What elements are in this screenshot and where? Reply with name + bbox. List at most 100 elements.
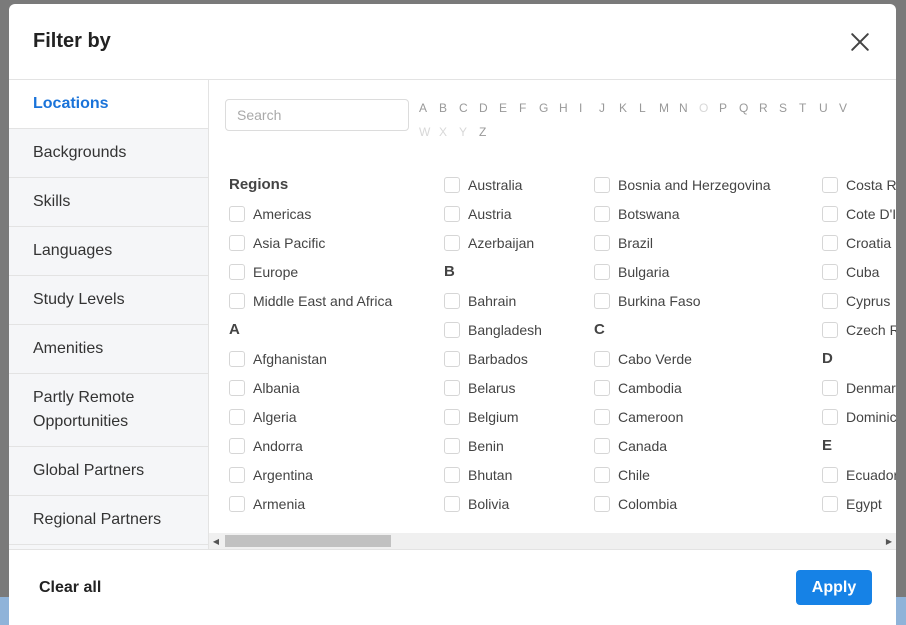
location-option[interactable]: Cambodia bbox=[594, 373, 771, 402]
location-checkbox[interactable] bbox=[229, 350, 245, 367]
location-option[interactable]: Azerbaijan bbox=[444, 228, 542, 257]
scrollbar-track[interactable] bbox=[223, 535, 882, 547]
alphabet-letter-h[interactable]: H bbox=[559, 96, 579, 120]
location-checkbox[interactable] bbox=[229, 234, 245, 251]
location-option[interactable]: Albania bbox=[229, 373, 392, 402]
location-checkbox[interactable] bbox=[822, 379, 838, 396]
alphabet-letter-b[interactable]: B bbox=[439, 96, 459, 120]
location-checkbox[interactable] bbox=[229, 408, 245, 425]
location-option[interactable]: Afghanistan bbox=[229, 344, 392, 373]
apply-button[interactable]: Apply bbox=[796, 570, 872, 605]
location-checkbox[interactable] bbox=[822, 176, 838, 193]
sidebar-item-global-partners[interactable]: Global Partners bbox=[9, 447, 208, 496]
location-option[interactable]: Cuba bbox=[822, 257, 896, 286]
sidebar-item-skills[interactable]: Skills bbox=[9, 178, 208, 227]
alphabet-letter-c[interactable]: C bbox=[459, 96, 479, 120]
location-option[interactable]: Europe bbox=[229, 257, 392, 286]
location-option[interactable]: Barbados bbox=[444, 344, 542, 373]
alphabet-letter-z[interactable]: Z bbox=[479, 120, 499, 144]
alphabet-letter-g[interactable]: G bbox=[539, 96, 559, 120]
location-option[interactable]: Australia bbox=[444, 170, 542, 199]
location-option[interactable]: Botswana bbox=[594, 199, 771, 228]
location-option[interactable]: Bulgaria bbox=[594, 257, 771, 286]
location-option[interactable]: Middle East and Africa bbox=[229, 286, 392, 315]
location-checkbox[interactable] bbox=[229, 263, 245, 280]
location-option[interactable]: Andorra bbox=[229, 431, 392, 460]
location-option[interactable]: Bolivia bbox=[444, 489, 542, 518]
location-option[interactable]: Armenia bbox=[229, 489, 392, 518]
location-checkbox[interactable] bbox=[444, 292, 460, 309]
location-option[interactable]: Belgium bbox=[444, 402, 542, 431]
location-option[interactable]: Dominic bbox=[822, 402, 896, 431]
alphabet-letter-t[interactable]: T bbox=[799, 96, 819, 120]
location-checkbox[interactable] bbox=[229, 437, 245, 454]
location-checkbox[interactable] bbox=[444, 466, 460, 483]
location-option[interactable]: Colombia bbox=[594, 489, 771, 518]
location-option[interactable]: Bhutan bbox=[444, 460, 542, 489]
alphabet-letter-f[interactable]: F bbox=[519, 96, 539, 120]
sidebar-item-backgrounds[interactable]: Backgrounds bbox=[9, 129, 208, 178]
location-checkbox[interactable] bbox=[229, 379, 245, 396]
alphabet-letter-a[interactable]: A bbox=[419, 96, 439, 120]
location-option[interactable]: Chile bbox=[594, 460, 771, 489]
location-checkbox[interactable] bbox=[594, 495, 610, 512]
alphabet-letter-v[interactable]: V bbox=[839, 96, 859, 120]
location-checkbox[interactable] bbox=[594, 379, 610, 396]
sidebar-item-languages[interactable]: Languages bbox=[9, 227, 208, 276]
sidebar-item-partly-remote-opportunities[interactable]: Partly Remote Opportunities bbox=[9, 374, 208, 447]
location-checkbox[interactable] bbox=[594, 292, 610, 309]
location-option[interactable]: Benin bbox=[444, 431, 542, 460]
location-checkbox[interactable] bbox=[229, 205, 245, 222]
location-option[interactable]: Costa R bbox=[822, 170, 896, 199]
location-checkbox[interactable] bbox=[822, 234, 838, 251]
location-option[interactable]: Croatia bbox=[822, 228, 896, 257]
location-checkbox[interactable] bbox=[822, 495, 838, 512]
location-checkbox[interactable] bbox=[594, 205, 610, 222]
location-option[interactable]: Americas bbox=[229, 199, 392, 228]
location-checkbox[interactable] bbox=[594, 408, 610, 425]
location-checkbox[interactable] bbox=[444, 495, 460, 512]
location-checkbox[interactable] bbox=[444, 379, 460, 396]
location-option[interactable]: Cameroon bbox=[594, 402, 771, 431]
location-option[interactable]: Denmar bbox=[822, 373, 896, 402]
location-checkbox[interactable] bbox=[229, 495, 245, 512]
alphabet-letter-i[interactable]: I bbox=[579, 96, 599, 120]
sidebar-item-study-levels[interactable]: Study Levels bbox=[9, 276, 208, 325]
location-checkbox[interactable] bbox=[822, 292, 838, 309]
scroll-left-icon[interactable]: ◀ bbox=[209, 533, 223, 549]
location-checkbox[interactable] bbox=[822, 321, 838, 338]
location-checkbox[interactable] bbox=[594, 437, 610, 454]
location-option[interactable]: Ecuador bbox=[822, 460, 896, 489]
sidebar-item-amenities[interactable]: Amenities bbox=[9, 325, 208, 374]
scroll-right-icon[interactable]: ▶ bbox=[882, 533, 896, 549]
alphabet-letter-q[interactable]: Q bbox=[739, 96, 759, 120]
alphabet-letter-l[interactable]: L bbox=[639, 96, 659, 120]
location-checkbox[interactable] bbox=[444, 234, 460, 251]
location-option[interactable]: Cote D'I bbox=[822, 199, 896, 228]
location-option[interactable]: Cyprus bbox=[822, 286, 896, 315]
location-checkbox[interactable] bbox=[594, 176, 610, 193]
horizontal-scrollbar[interactable]: ◀ ▶ bbox=[209, 533, 896, 549]
location-checkbox[interactable] bbox=[444, 350, 460, 367]
scrollbar-thumb[interactable] bbox=[225, 535, 391, 547]
alphabet-letter-m[interactable]: M bbox=[659, 96, 679, 120]
location-checkbox[interactable] bbox=[444, 176, 460, 193]
location-checkbox[interactable] bbox=[444, 321, 460, 338]
location-option[interactable]: Egypt bbox=[822, 489, 896, 518]
location-checkbox[interactable] bbox=[444, 205, 460, 222]
location-checkbox[interactable] bbox=[594, 263, 610, 280]
location-option[interactable]: Austria bbox=[444, 199, 542, 228]
location-checkbox[interactable] bbox=[822, 205, 838, 222]
location-option[interactable]: Belarus bbox=[444, 373, 542, 402]
location-checkbox[interactable] bbox=[822, 263, 838, 280]
location-option[interactable]: Bahrain bbox=[444, 286, 542, 315]
alphabet-letter-s[interactable]: S bbox=[779, 96, 799, 120]
location-checkbox[interactable] bbox=[594, 234, 610, 251]
location-option[interactable]: Asia Pacific bbox=[229, 228, 392, 257]
location-checkbox[interactable] bbox=[229, 292, 245, 309]
alphabet-letter-d[interactable]: D bbox=[479, 96, 499, 120]
search-input[interactable] bbox=[225, 99, 409, 131]
clear-all-button[interactable]: Clear all bbox=[39, 579, 101, 597]
location-option[interactable]: Argentina bbox=[229, 460, 392, 489]
location-checkbox[interactable] bbox=[822, 466, 838, 483]
